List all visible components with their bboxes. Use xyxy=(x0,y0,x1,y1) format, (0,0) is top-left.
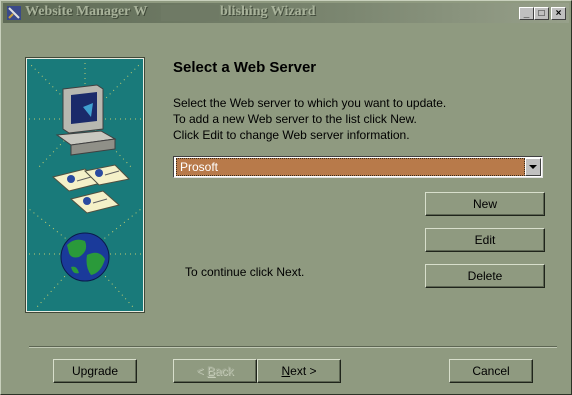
dropdown-selection: Prosoft xyxy=(176,158,525,176)
instruction-line-2: To add a new Web server to the list clic… xyxy=(173,112,417,126)
window-title: Website Manager W xyxy=(25,4,147,20)
maximize-button[interactable]: □ xyxy=(534,7,549,20)
window-title-right: blishing Wizard xyxy=(220,4,316,19)
dropdown-arrow-button[interactable] xyxy=(525,158,541,176)
delete-button[interactable]: Delete xyxy=(425,264,545,288)
cancel-button[interactable]: Cancel xyxy=(449,359,533,383)
back-button-mnemonic: B xyxy=(206,364,215,378)
computer-icon xyxy=(55,84,117,156)
web-server-dropdown[interactable]: Prosoft xyxy=(173,156,543,178)
edit-button[interactable]: Edit xyxy=(425,228,545,252)
next-button-suffix: > xyxy=(306,364,317,378)
app-icon xyxy=(7,6,21,20)
minimize-button[interactable]: _ xyxy=(519,7,534,20)
window-title-left: Website Manager W xyxy=(25,4,148,19)
documents-icon xyxy=(51,164,131,214)
page-heading: Select a Web Server xyxy=(173,59,317,76)
footer-separator xyxy=(29,346,557,348)
dropdown-arrow-icon xyxy=(529,165,537,169)
title-obscured-region xyxy=(161,5,219,21)
back-button-prefix: < xyxy=(196,364,207,378)
back-button[interactable]: < Back xyxy=(173,359,257,383)
wizard-window: Website Manager W blishing Wizard _ □ × xyxy=(0,0,572,395)
next-button[interactable]: Next > xyxy=(257,359,341,383)
wizard-illustration xyxy=(25,57,145,313)
illustration-graphic xyxy=(28,61,142,308)
back-button-label: ack xyxy=(214,364,234,378)
instruction-line-3: Click Edit to change Web server informat… xyxy=(173,128,410,142)
next-button-mnemonic: N xyxy=(281,364,291,378)
close-button[interactable]: × xyxy=(551,7,566,20)
upgrade-button[interactable]: Upgrade xyxy=(53,359,137,383)
globe-icon xyxy=(60,232,110,282)
title-bar[interactable]: Website Manager W blishing Wizard _ □ × xyxy=(3,3,569,23)
next-button-label: ext xyxy=(290,364,307,378)
continue-instruction: To continue click Next. xyxy=(185,265,305,279)
new-button[interactable]: New xyxy=(425,192,545,216)
dropdown-value: Prosoft xyxy=(180,160,219,174)
instruction-line-1: Select the Web server to which you want … xyxy=(173,96,447,110)
